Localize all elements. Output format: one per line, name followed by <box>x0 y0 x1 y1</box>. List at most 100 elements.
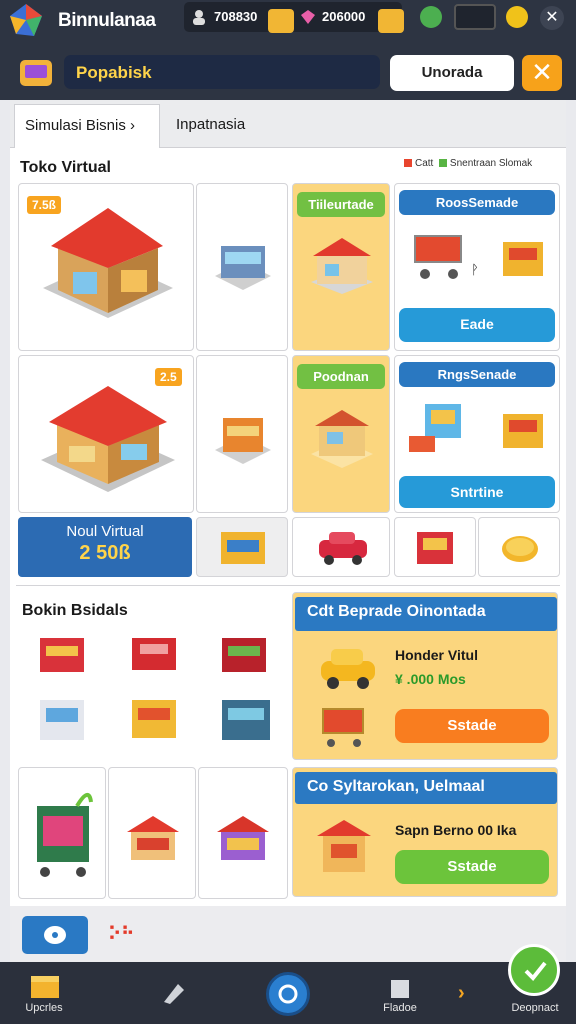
kiosk-card-1[interactable] <box>18 767 106 899</box>
item-slot-coin[interactable] <box>478 517 560 577</box>
kiosk-red-icon[interactable] <box>36 630 88 678</box>
item-slot-car[interactable] <box>292 517 390 577</box>
currency-value: 2 50ß <box>79 542 131 564</box>
promo-1-name: Honder Vitul <box>395 647 478 663</box>
chat-bubble-icon <box>44 926 66 944</box>
crate-nav-icon[interactable] <box>28 970 62 1000</box>
shop-red-roof-icon <box>311 238 373 294</box>
kiosk-yellow-icon[interactable] <box>128 692 180 748</box>
shopping-cart-icon <box>322 708 364 747</box>
virtual-currency-card[interactable]: Noul Virtual 2 50ß <box>18 517 192 577</box>
tab-simulasi-bisnis[interactable]: Simulasi Bisnis › <box>14 104 160 148</box>
equipment-card-1[interactable]: RoosSemade ᚹ Eade <box>394 183 560 351</box>
stall-icon <box>417 532 453 564</box>
app-title: Binnulanaa <box>58 10 156 31</box>
tab-inpatnasia[interactable]: Inpatnasia <box>176 116 245 133</box>
shop-box-icon[interactable] <box>18 54 56 90</box>
home-ring-icon <box>278 984 298 1004</box>
vending-cart-icon <box>37 793 93 877</box>
shopfront-cart-icon <box>409 404 461 452</box>
promo-1-header: Cdt Beprade Oinontada <box>295 597 557 631</box>
kiosk-red-icon-2[interactable] <box>128 630 180 678</box>
resource-bar: 708830 206000 <box>184 2 404 33</box>
settings-icon[interactable]: ✕ <box>540 6 564 30</box>
alert-icon[interactable] <box>506 6 528 28</box>
crate-icon-2 <box>503 414 543 448</box>
emote-icon[interactable]: ⠕⠓ <box>108 924 134 945</box>
gem-icon <box>300 9 316 30</box>
promo-2-header: Co Syltarokan, Uelmaal <box>295 772 557 804</box>
check-button[interactable] <box>508 944 560 996</box>
tools-icon[interactable] <box>160 978 188 1006</box>
crate-icon <box>503 242 543 276</box>
shop-orange-icon <box>215 418 271 464</box>
taxi-icon <box>321 649 375 689</box>
kiosk-white-icon[interactable] <box>36 692 88 748</box>
item-slot-stall[interactable] <box>394 517 476 577</box>
nav-label-1: Upcrles <box>25 1002 63 1014</box>
kiosk-teal-icon[interactable] <box>218 692 274 748</box>
market-building-icon <box>41 386 175 492</box>
equipment-card-2[interactable]: RngsSenade Sntrtine <box>394 355 560 513</box>
promo-card-2[interactable]: Co Syltarokan, Uelmaal Sapn Berno 00 Ika… <box>292 767 558 897</box>
promo-1-button[interactable]: Sstade <box>395 709 549 743</box>
nav-label-2: Fladoe <box>383 1002 417 1014</box>
store-card-large-1[interactable]: 7.5ß <box>18 183 194 351</box>
kiosk-card-3[interactable] <box>198 767 288 899</box>
promo-card-1[interactable]: Cdt Beprade Oinontada Honder Vitul ¥ .00… <box>292 592 558 760</box>
coin-icon <box>502 536 538 562</box>
store-building-icon <box>43 208 173 318</box>
equipment-label-1: RoosSemade <box>399 190 555 215</box>
store-card-featured-1[interactable]: Tiileurtade <box>292 183 390 351</box>
item-slot-box[interactable] <box>196 517 288 577</box>
search-input[interactable]: Popabisk <box>64 55 380 89</box>
featured-label-1: Tiileurtade <box>297 192 385 217</box>
kiosk-dark-red-icon[interactable] <box>218 630 270 678</box>
kiosk-card-2[interactable] <box>108 767 196 899</box>
equipment-action-button-1[interactable]: Eade <box>399 308 555 342</box>
store-card-large-2[interactable]: 2.5 <box>18 355 194 513</box>
shop-red-icon-3 <box>127 816 179 860</box>
bag-icon[interactable] <box>388 974 412 1000</box>
chevron-right-icon[interactable]: › <box>458 982 465 1005</box>
player-icon <box>192 9 206 30</box>
promo-2-button[interactable]: Sstade <box>395 850 549 884</box>
currency-title: Noul Virtual <box>66 523 144 540</box>
store-card-featured-2[interactable]: Poodnan <box>292 355 390 513</box>
resource-2-value: 206000 <box>322 9 366 24</box>
upgrade-button[interactable]: Unorada <box>390 55 514 91</box>
equipment-small-label: ᚹ <box>471 262 479 277</box>
section-title-toko: Toko Virtual <box>20 159 111 176</box>
equipment-label-2: RngsSenade <box>399 362 555 387</box>
package-icon <box>221 532 265 564</box>
shop-tile-icon <box>311 410 373 468</box>
promo-2-name: Sapn Berno 00 Ika <box>395 822 517 838</box>
car-icon <box>319 532 367 565</box>
chat-button[interactable] <box>22 916 88 954</box>
resource-1-value: 708830 <box>214 9 258 24</box>
store-card-small-2[interactable] <box>196 355 288 513</box>
shop-stand-icon <box>317 820 371 872</box>
store-card-small-1[interactable] <box>196 183 288 351</box>
legend-swatch-green <box>438 159 447 168</box>
legend-label-2: Snentraan Slomak <box>449 158 533 169</box>
home-button[interactable] <box>266 972 310 1016</box>
shop-small-icon <box>215 246 271 290</box>
resource-2-add-icon[interactable] <box>378 9 404 33</box>
legend: Catt Snentraan Slomak <box>404 158 532 169</box>
equipment-action-button-2[interactable]: Sntrtine <box>399 476 555 508</box>
shop-red-icon-4 <box>217 816 269 860</box>
close-button[interactable]: ✕ <box>522 55 562 91</box>
section-title-bokin: Bokin Bsidals <box>22 602 128 619</box>
legend-label-1: Catt <box>415 158 434 169</box>
legend-swatch-red <box>404 159 412 168</box>
status-icon[interactable] <box>420 6 442 28</box>
featured-label-2: Poodnan <box>297 364 385 389</box>
check-icon <box>524 961 547 981</box>
nav-label-3: Deopnact <box>511 1002 559 1014</box>
action-strip <box>10 906 566 962</box>
signal-icon[interactable] <box>454 4 496 30</box>
promo-1-price: ¥ .000 Mos <box>395 671 466 687</box>
divider <box>16 585 560 586</box>
resource-1-add-icon[interactable] <box>268 9 294 33</box>
